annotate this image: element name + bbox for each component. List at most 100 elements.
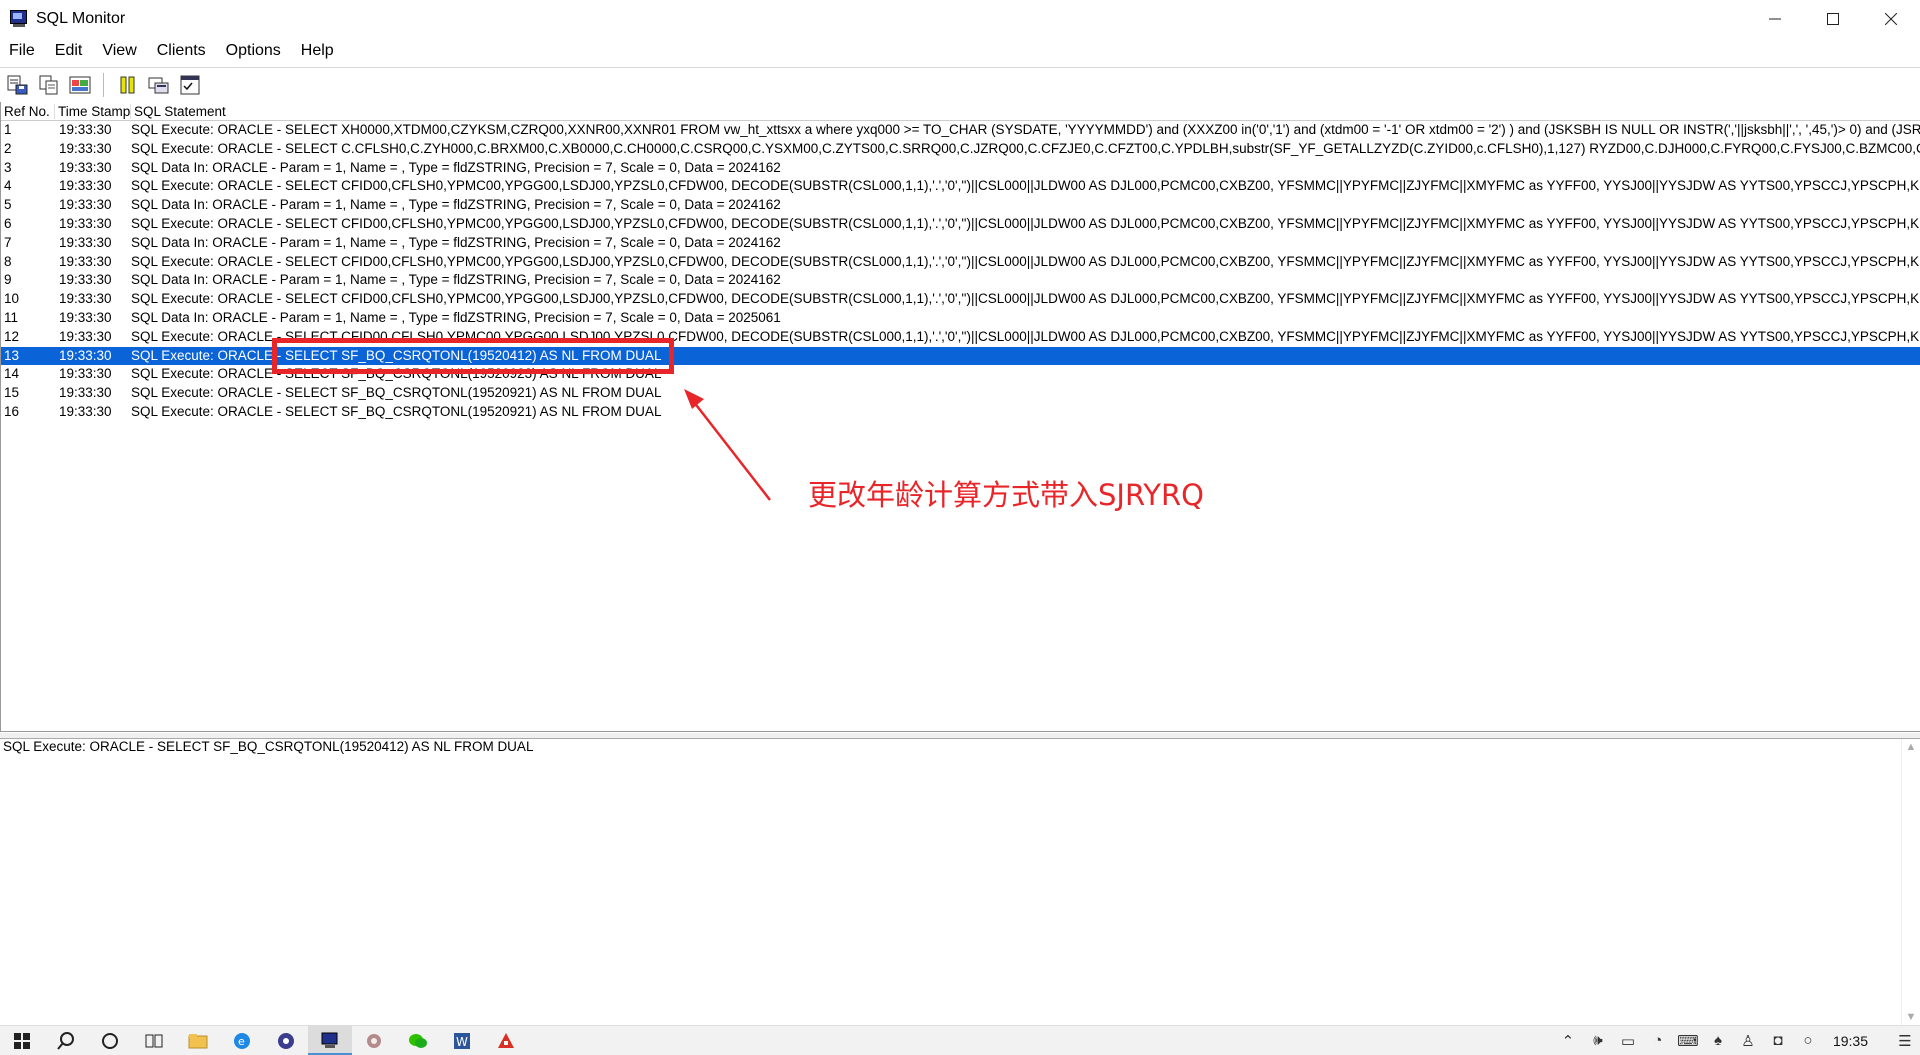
- row-sql-statement: SQL Execute: ORACLE - SELECT SF_BQ_CSRQT…: [131, 385, 662, 401]
- battery-icon[interactable]: ▭: [1613, 1032, 1643, 1050]
- edge-icon[interactable]: e: [220, 1026, 264, 1055]
- volume-icon[interactable]: 🕪: [1583, 1032, 1613, 1049]
- wechat-icon[interactable]: [396, 1026, 440, 1055]
- row-sql-statement: SQL Execute: ORACLE - SELECT CFID00,CFLS…: [131, 291, 1920, 307]
- column-header-sql-statement[interactable]: SQL Statement: [131, 104, 226, 119]
- pause-button[interactable]: [115, 72, 141, 98]
- save-log-icon: [7, 75, 28, 95]
- network-icon[interactable]: ◔: [1643, 1032, 1673, 1049]
- notifications-icon[interactable]: ☰: [1890, 1032, 1920, 1050]
- menu-file[interactable]: File: [0, 42, 46, 60]
- qq-icon[interactable]: ♙: [1733, 1032, 1763, 1050]
- table-row[interactable]: 4 19:33:30 SQL Execute: ORACLE - SELECT CF…: [1, 177, 1920, 196]
- window-title: SQL Monitor: [36, 10, 126, 27]
- antivirus-icon[interactable]: ♠: [1703, 1032, 1733, 1049]
- list-header: Ref No. Time Stamp SQL Statement: [1, 102, 1920, 121]
- row-ref-no: 16: [4, 403, 20, 419]
- pause-icon: [120, 76, 135, 94]
- row-time-stamp: 19:33:30: [59, 215, 112, 231]
- row-sql-statement: SQL Execute: ORACLE - SELECT CFID00,CFLS…: [131, 253, 1920, 269]
- print-icon: [69, 76, 91, 94]
- row-ref-no: 3: [4, 159, 12, 175]
- minimize-button[interactable]: [1746, 0, 1804, 38]
- annotation-arrow-icon: [684, 389, 771, 501]
- menu-help[interactable]: Help: [292, 42, 345, 60]
- cloud-icon[interactable]: ◘: [1763, 1032, 1793, 1049]
- sql-monitor-icon[interactable]: [308, 1026, 352, 1055]
- row-sql-statement: SQL Data In: ORACLE - Param = 1, Name = …: [131, 309, 781, 325]
- column-header-ref-no[interactable]: Ref No.: [1, 103, 55, 119]
- table-row[interactable]: 5 19:33:30 SQL Data In: ORACLE - Param = 1…: [1, 196, 1920, 215]
- row-ref-no: 15: [4, 385, 20, 401]
- table-row[interactable]: 7 19:33:30 SQL Data In: ORACLE - Param = 1…: [1, 234, 1920, 253]
- table-row[interactable]: 6 19:33:30 SQL Execute: ORACLE - SELECT CF…: [1, 215, 1920, 234]
- row-ref-no: 10: [4, 291, 20, 307]
- row-time-stamp: 19:33:30: [59, 309, 112, 325]
- table-row[interactable]: 9 19:33:30 SQL Data In: ORACLE - Param = 1…: [1, 271, 1920, 290]
- row-time-stamp: 19:33:30: [59, 253, 112, 269]
- row-time-stamp: 19:33:30: [59, 347, 112, 363]
- taskbar-clock[interactable]: 19:35: [1823, 1033, 1890, 1049]
- table-row[interactable]: 3 19:33:30 SQL Data In: ORACLE - Param = 1…: [1, 159, 1920, 178]
- sql-monitor-app-icon: [9, 9, 29, 29]
- row-ref-no: 9: [4, 272, 12, 288]
- taskbar: e W ⌃ 🕪 ▭ ◔ ⌨ ♠ ♙ ◘ ○ 19:35 ☰: [0, 1025, 1920, 1055]
- maximize-icon: [1827, 13, 1839, 25]
- row-sql-statement: SQL Execute: ORACLE - SELECT SF_BQ_CSRQT…: [131, 403, 662, 419]
- save-log-button[interactable]: [5, 72, 31, 98]
- row-ref-no: 8: [4, 253, 12, 269]
- ime-icon[interactable]: ⌨: [1673, 1032, 1703, 1050]
- row-time-stamp: 19:33:30: [59, 234, 112, 250]
- table-row[interactable]: 11 19:33:30 SQL Data In: ORACLE - Param = …: [1, 309, 1920, 328]
- clients-button[interactable]: [146, 72, 172, 98]
- row-ref-no: 12: [4, 328, 20, 344]
- table-row[interactable]: 16 19:33:30 SQL Execute: ORACLE - SELECT S…: [1, 403, 1920, 422]
- browser-icon[interactable]: [264, 1026, 308, 1055]
- table-row[interactable]: 15 19:33:30 SQL Execute: ORACLE - SELECT S…: [1, 384, 1920, 403]
- row-time-stamp: 19:33:30: [59, 197, 112, 213]
- row-sql-statement: SQL Data In: ORACLE - Param = 1, Name = …: [131, 234, 781, 250]
- table-row[interactable]: 10 19:33:30 SQL Execute: ORACLE - SELECT C…: [1, 290, 1920, 309]
- detail-pane[interactable]: SQL Execute: ORACLE - SELECT SF_BQ_CSRQT…: [0, 739, 1920, 1025]
- tray-chevron-up-icon[interactable]: ⌃: [1553, 1032, 1583, 1050]
- row-time-stamp: 19:33:30: [59, 366, 112, 382]
- menu-bar: File Edit View Clients Options Help: [0, 38, 1920, 64]
- assistant-icon[interactable]: ○: [1793, 1032, 1823, 1049]
- sql-statement-list[interactable]: Ref No. Time Stamp SQL Statement 1 19:33:…: [0, 102, 1920, 732]
- app-icon[interactable]: [352, 1026, 396, 1055]
- menu-options[interactable]: Options: [217, 42, 292, 60]
- print-button[interactable]: [67, 72, 93, 98]
- task-view-icon[interactable]: [132, 1026, 176, 1055]
- detail-scrollbar[interactable]: ▲ ▼: [1901, 739, 1920, 1025]
- clients-icon: [148, 77, 169, 94]
- row-time-stamp: 19:33:30: [59, 385, 112, 401]
- cortana-icon[interactable]: [88, 1026, 132, 1055]
- menu-clients[interactable]: Clients: [148, 42, 217, 60]
- row-time-stamp: 19:33:30: [59, 140, 112, 156]
- pdf-icon[interactable]: [484, 1026, 528, 1055]
- row-ref-no: 2: [4, 140, 12, 156]
- table-row[interactable]: 1 19:33:30 SQL Execute: ORACLE - SELECT XH…: [1, 121, 1920, 140]
- column-header-time-stamp[interactable]: Time Stamp: [55, 103, 131, 119]
- file-explorer-icon[interactable]: [176, 1026, 220, 1055]
- copy-button[interactable]: [36, 72, 62, 98]
- menu-view[interactable]: View: [93, 42, 147, 60]
- row-sql-statement: SQL Data In: ORACLE - Param = 1, Name = …: [131, 197, 781, 213]
- start-icon[interactable]: [0, 1026, 44, 1055]
- table-row[interactable]: 2 19:33:30 SQL Execute: ORACLE - SELECT C.…: [1, 140, 1920, 159]
- row-ref-no: 11: [4, 309, 19, 325]
- word-icon[interactable]: W: [440, 1026, 484, 1055]
- list-rows: 1 19:33:30 SQL Execute: ORACLE - SELECT XH…: [1, 121, 1920, 422]
- row-sql-statement: SQL Execute: ORACLE - SELECT CFID00,CFLS…: [131, 178, 1920, 194]
- search-icon[interactable]: [44, 1026, 88, 1055]
- scroll-up-icon[interactable]: ▲: [1902, 741, 1920, 753]
- table-row[interactable]: 8 19:33:30 SQL Execute: ORACLE - SELECT CF…: [1, 253, 1920, 272]
- menu-edit[interactable]: Edit: [46, 42, 94, 60]
- annotation-highlight-box: [272, 338, 674, 374]
- close-button[interactable]: [1862, 0, 1920, 38]
- maximize-button[interactable]: [1804, 0, 1862, 38]
- options-button[interactable]: [177, 72, 203, 98]
- row-ref-no: 7: [4, 234, 12, 250]
- row-sql-statement: SQL Execute: ORACLE - SELECT CFID00,CFLS…: [131, 215, 1920, 231]
- scroll-down-icon[interactable]: ▼: [1902, 1011, 1920, 1023]
